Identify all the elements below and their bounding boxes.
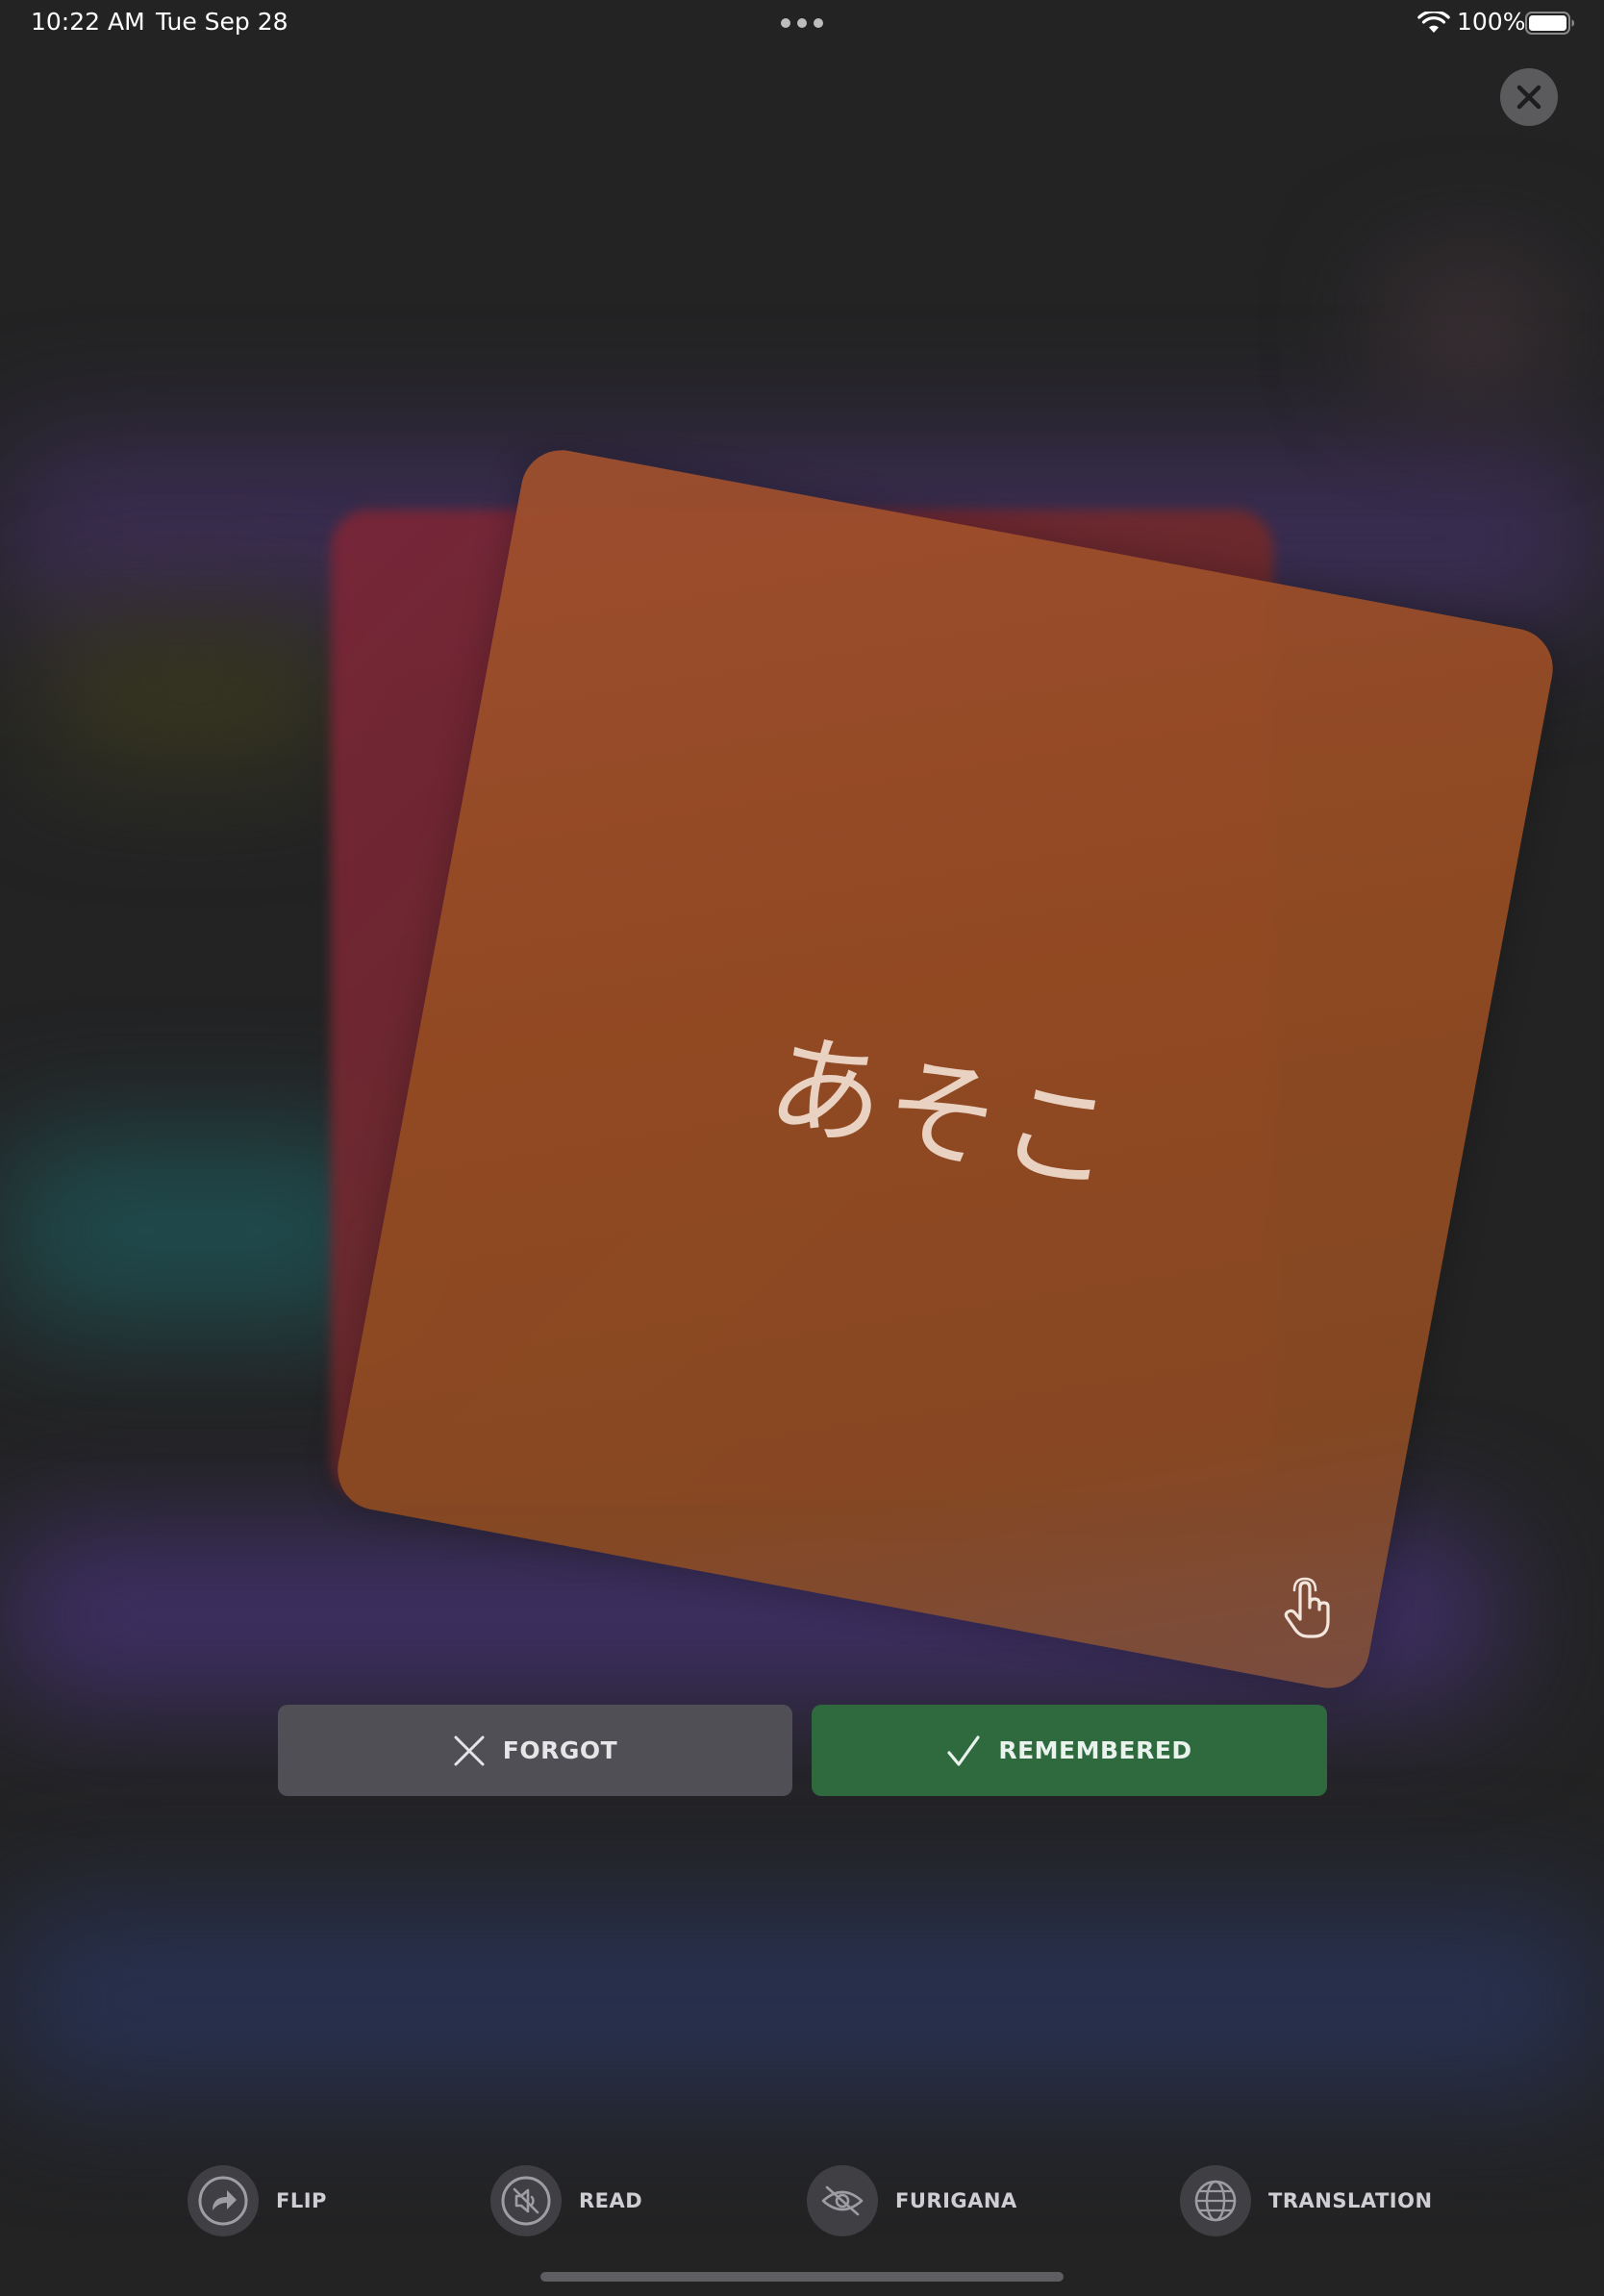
- remembered-label: REMEMBERED: [998, 1736, 1192, 1764]
- forgot-label: FORGOT: [502, 1736, 618, 1764]
- background-blur: [0, 1904, 1604, 2096]
- speaker-muted-icon: [501, 2176, 551, 2226]
- furigana-label: FURIGANA: [895, 2189, 1017, 2212]
- close-button[interactable]: [1500, 68, 1558, 126]
- remembered-button[interactable]: REMEMBERED: [812, 1705, 1327, 1796]
- toolbar-read-button[interactable]: READ: [490, 2165, 642, 2236]
- flip-arrow-icon: [198, 2176, 248, 2226]
- wifi-icon: [1417, 12, 1450, 33]
- toolbar-flip-button[interactable]: FLIP: [188, 2165, 327, 2236]
- status-time: 10:22 AM: [31, 8, 145, 36]
- toolbar-furigana-button[interactable]: FURIGANA: [807, 2165, 1017, 2236]
- globe-icon: [1194, 2180, 1237, 2222]
- forgot-button[interactable]: FORGOT: [278, 1705, 792, 1796]
- battery-icon: [1525, 12, 1574, 35]
- battery-percentage: 100%: [1457, 8, 1526, 36]
- toolbar-translation-button[interactable]: TRANSLATION: [1180, 2165, 1433, 2236]
- home-indicator[interactable]: [540, 2272, 1064, 2282]
- translation-label: TRANSLATION: [1268, 2189, 1433, 2212]
- checkmark-icon: [947, 1734, 980, 1766]
- background-blur: [1385, 269, 1558, 385]
- flip-label: FLIP: [276, 2189, 327, 2212]
- close-icon: [1516, 85, 1541, 110]
- read-label: READ: [579, 2189, 643, 2212]
- status-date: Tue Sep 28: [156, 8, 288, 36]
- multitasking-dots-icon[interactable]: [781, 18, 823, 28]
- background-blur: [38, 615, 346, 769]
- status-bar: 10:22 AM Tue Sep 28 100%: [0, 0, 1604, 48]
- x-icon: [454, 1735, 485, 1765]
- flashcard-screen: 10:22 AM Tue Sep 28 100% あそこ FORGOT REME…: [0, 0, 1604, 2296]
- tap-hand-icon: [1284, 1577, 1330, 1638]
- eye-slash-icon: [821, 2185, 864, 2216]
